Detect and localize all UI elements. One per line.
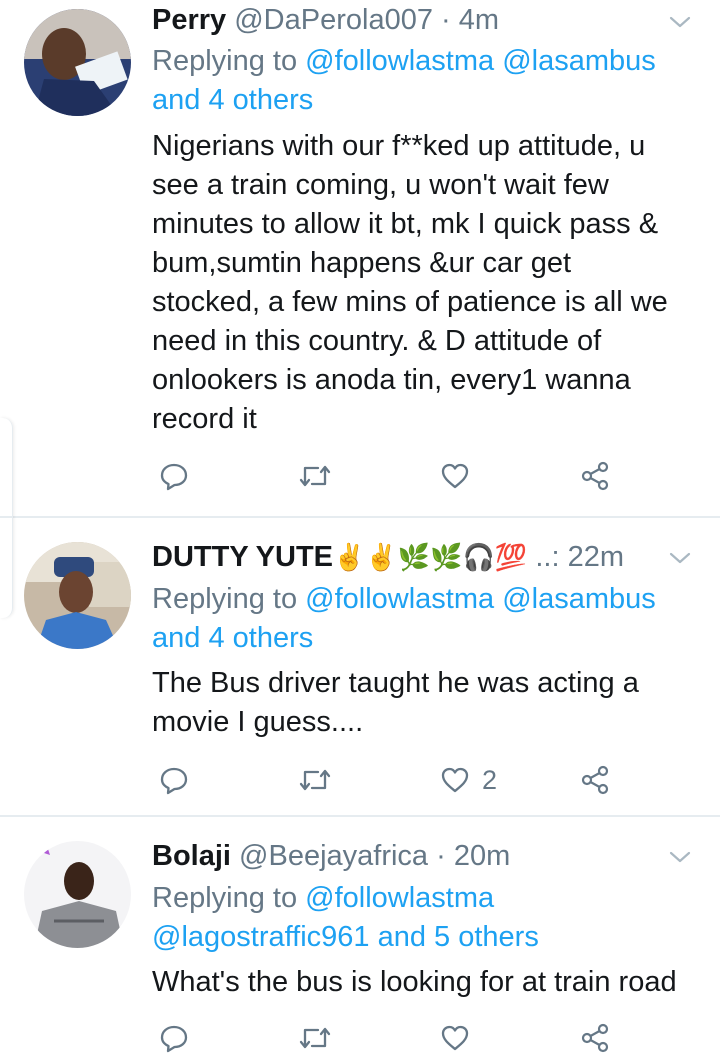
replying-prefix: Replying to — [152, 45, 306, 77]
retweet-button[interactable] — [298, 458, 332, 494]
replying-prefix: Replying to — [152, 583, 306, 615]
tweet-perry[interactable]: Perry @DaPerola007 · 4m Replying to @fol… — [0, 0, 720, 517]
others-link[interactable]: @lagostraffic961 and 5 others — [152, 921, 539, 953]
reply-button[interactable] — [159, 762, 189, 798]
reply-icon — [160, 463, 188, 491]
tweet-header: Bolaji @Beejayafrica · 20m — [152, 839, 510, 873]
avatar[interactable] — [24, 9, 131, 116]
tweet-text: What's the bus is looking for at train r… — [152, 966, 677, 998]
tweet-header: Perry @DaPerola007 · 4m — [152, 3, 499, 37]
display-name[interactable]: DUTTY YUTE — [152, 541, 333, 573]
tweet-bolaji[interactable]: Bolaji @Beejayafrica · 20m Replying to @… — [0, 817, 720, 1061]
mention-link[interactable]: @followlastma @lasambus — [305, 45, 656, 77]
like-icon — [441, 767, 469, 793]
share-icon — [581, 461, 609, 491]
display-name[interactable]: Perry — [152, 4, 226, 36]
tweet-text: The Bus driver taught he was acting a mo… — [152, 667, 639, 738]
like-button[interactable] — [440, 458, 482, 494]
replying-to: Replying to @followlastma @lasambus and … — [152, 42, 692, 120]
tweet-actions — [0, 458, 720, 498]
like-button[interactable] — [440, 1020, 482, 1056]
reply-button[interactable] — [159, 458, 189, 494]
timestamp[interactable]: · 20m — [436, 840, 510, 872]
share-icon — [581, 765, 609, 795]
mention-link[interactable]: @followlastma @lasambus — [305, 583, 656, 615]
handle[interactable]: @DaPerola007 — [234, 4, 433, 36]
share-icon — [581, 1023, 609, 1053]
timestamp[interactable]: 22m — [568, 541, 624, 573]
handle[interactable]: ..: — [535, 541, 559, 573]
like-icon — [441, 463, 469, 489]
tweet-actions — [0, 1020, 720, 1060]
chevron-down-icon[interactable] — [668, 10, 692, 34]
avatar[interactable] — [24, 841, 131, 948]
others-link[interactable]: and 4 others — [152, 84, 313, 116]
tweet-header: DUTTY YUTE✌✌🌿🌿🎧💯 ..: 22m — [152, 540, 624, 574]
share-button[interactable] — [580, 458, 610, 494]
like-count: 2 — [482, 764, 498, 795]
tweet-actions: 2 — [0, 762, 720, 802]
others-link[interactable]: and 4 others — [152, 622, 313, 654]
tweet-dutty-yute[interactable]: DUTTY YUTE✌✌🌿🌿🎧💯 ..: 22m Replying to @fo… — [0, 518, 720, 815]
retweet-icon — [299, 769, 331, 791]
share-button[interactable] — [580, 762, 610, 798]
reply-icon — [160, 1025, 188, 1053]
retweet-button[interactable] — [298, 762, 332, 798]
retweet-icon — [299, 465, 331, 487]
replying-to: Replying to @followlastma @lasambus and … — [152, 580, 692, 658]
edge-swipe-handle[interactable] — [0, 418, 13, 618]
like-button[interactable]: 2 — [440, 762, 497, 798]
chevron-down-icon[interactable] — [668, 845, 692, 869]
retweet-icon — [299, 1027, 331, 1049]
name-emoji: ✌✌🌿🌿🎧💯 — [333, 542, 528, 572]
reply-icon — [160, 767, 188, 795]
replying-to: Replying to @followlastma @lagostraffic9… — [152, 879, 692, 957]
timestamp[interactable]: · 4m — [441, 4, 499, 36]
chevron-down-icon[interactable] — [668, 546, 692, 570]
share-button[interactable] — [580, 1020, 610, 1056]
handle[interactable]: @Beejayafrica — [239, 840, 428, 872]
tweet-text: Nigerians with our f**ked up attitude, u… — [152, 130, 668, 435]
mention-link[interactable]: @followlastma — [305, 882, 494, 914]
retweet-button[interactable] — [298, 1020, 332, 1056]
replying-prefix: Replying to — [152, 882, 306, 914]
display-name[interactable]: Bolaji — [152, 840, 231, 872]
reply-button[interactable] — [159, 1020, 189, 1056]
avatar[interactable] — [24, 542, 131, 649]
like-icon — [441, 1025, 469, 1051]
